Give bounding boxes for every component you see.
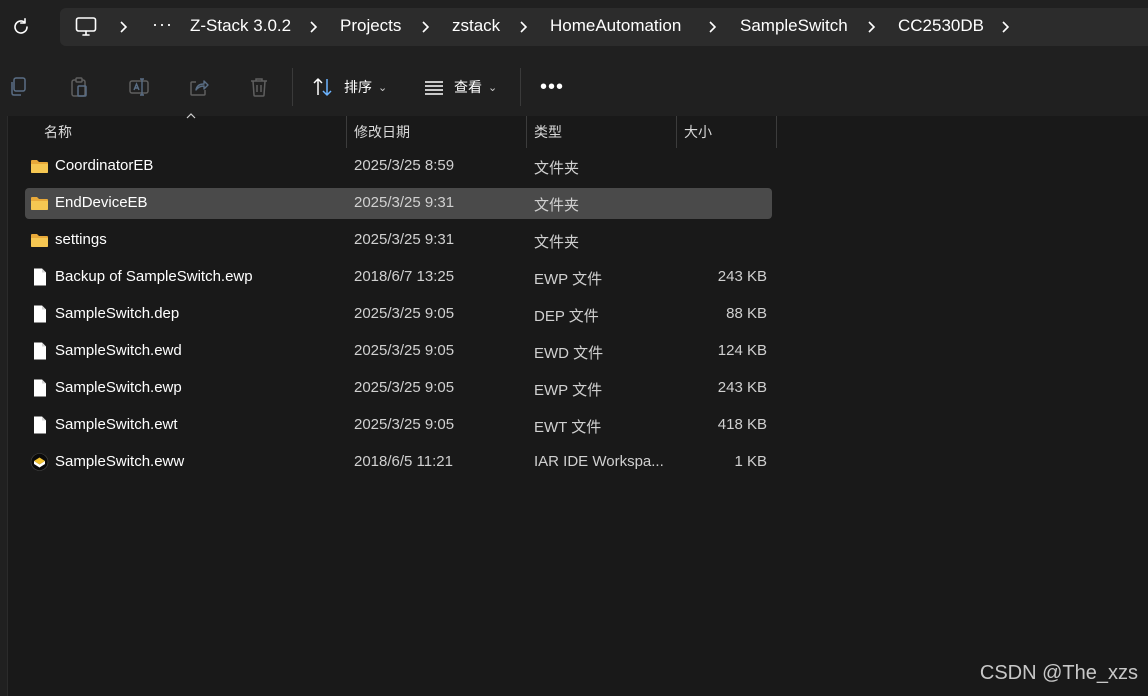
file-row[interactable]: SampleSwitch.ewp 2025/3/25 9:05 EWP 文件 243 …	[25, 373, 772, 404]
file-type: EWP 文件	[534, 382, 603, 399]
refresh-icon[interactable]	[10, 16, 32, 38]
file-size: 1 KB	[734, 453, 767, 470]
toolbar-separator	[520, 68, 521, 106]
file-icon	[30, 342, 49, 360]
file-icon	[30, 268, 49, 286]
chevron-down-icon: ⌄	[488, 80, 498, 94]
breadcrumb-overflow[interactable]: ···	[152, 14, 173, 35]
address-bar-row: ··· Z-Stack 3.0.2 Projects zstack HomeAu…	[0, 0, 1148, 54]
file-row[interactable]: SampleSwitch.eww 2018/6/5 11:21 IAR IDE Wo…	[25, 447, 772, 478]
file-type: 文件夹	[534, 234, 580, 251]
chevron-right-icon[interactable]	[118, 20, 130, 34]
folder-icon	[30, 157, 49, 175]
file-name: CoordinatorEB	[55, 157, 154, 174]
file-name: settings	[55, 231, 107, 248]
sort-button[interactable]: 排序 ⌄	[312, 76, 387, 98]
view-label: 查看	[454, 80, 482, 96]
file-row[interactable]: SampleSwitch.ewt 2025/3/25 9:05 EWT 文件 418 …	[25, 410, 772, 441]
chevron-right-icon[interactable]	[707, 20, 719, 34]
file-name: SampleSwitch.eww	[55, 453, 185, 470]
column-header-modified[interactable]: 修改日期	[354, 122, 410, 142]
sort-ascending-icon	[186, 113, 196, 119]
delete-icon[interactable]	[248, 76, 270, 98]
breadcrumb-item-sampleswitch[interactable]: SampleSwitch	[740, 16, 848, 36]
file-name: SampleSwitch.ewd	[55, 342, 182, 359]
file-row[interactable]: SampleSwitch.dep 2025/3/25 9:05 DEP 文件 88 K…	[25, 299, 772, 330]
file-modified: 2018/6/5 11:21	[354, 453, 453, 470]
file-size: 124 KB	[717, 342, 767, 359]
address-bar[interactable]: ··· Z-Stack 3.0.2 Projects zstack HomeAu…	[60, 8, 1148, 46]
file-name: EndDeviceEB	[55, 194, 148, 211]
file-modified: 2025/3/25 9:05	[354, 379, 455, 396]
breadcrumb-item-projects[interactable]: Projects	[340, 16, 401, 36]
file-modified: 2025/3/25 9:31	[354, 231, 455, 248]
file-row[interactable]: settings 2025/3/25 9:31 文件夹	[25, 225, 772, 256]
file-row[interactable]: CoordinatorEB 2025/3/25 8:59 文件夹	[25, 151, 772, 182]
file-size: 418 KB	[717, 416, 767, 433]
share-icon[interactable]	[188, 76, 210, 98]
file-modified: 2018/6/7 13:25	[354, 268, 455, 285]
column-header-type[interactable]: 类型	[534, 122, 562, 142]
view-button[interactable]: 查看 ⌄	[424, 76, 497, 98]
folder-icon	[30, 231, 49, 249]
breadcrumb-item-zstack[interactable]: zstack	[452, 16, 500, 36]
file-type: DEP 文件	[534, 308, 599, 325]
column-header-name[interactable]: 名称	[44, 122, 72, 142]
chevron-down-icon: ⌄	[378, 80, 388, 94]
chevron-right-icon[interactable]	[518, 20, 530, 34]
folder-icon	[30, 194, 49, 212]
file-type: 文件夹	[534, 197, 580, 214]
file-modified: 2025/3/25 8:59	[354, 157, 455, 174]
column-divider[interactable]	[526, 116, 527, 148]
sort-icon	[313, 78, 332, 96]
file-type: IAR IDE Workspa...	[534, 453, 664, 470]
file-type: 文件夹	[534, 160, 580, 177]
file-row[interactable]: EndDeviceEB 2025/3/25 9:31 文件夹	[25, 188, 772, 219]
file-size: 88 KB	[726, 305, 767, 322]
paste-icon[interactable]	[68, 76, 90, 98]
file-modified: 2025/3/25 9:05	[354, 416, 455, 433]
file-name: SampleSwitch.dep	[55, 305, 180, 322]
column-divider[interactable]	[776, 116, 777, 148]
more-options-button[interactable]: •••	[540, 76, 564, 99]
chevron-right-icon[interactable]	[1000, 20, 1012, 34]
file-row[interactable]: Backup of SampleSwitch.ewp 2018/6/7 13:25…	[25, 262, 772, 293]
breadcrumb-item-zstack-version[interactable]: Z-Stack 3.0.2	[190, 16, 291, 36]
view-list-icon	[425, 81, 443, 95]
iar-workspace-icon	[30, 453, 49, 471]
column-divider[interactable]	[676, 116, 677, 148]
file-modified: 2025/3/25 9:05	[354, 305, 455, 322]
file-type: EWT 文件	[534, 419, 602, 436]
command-bar: 排序 ⌄ 查看 ⌄ •••	[0, 54, 1148, 116]
column-header-size[interactable]: 大小	[684, 122, 712, 142]
file-type: EWD 文件	[534, 345, 604, 362]
file-icon	[30, 379, 49, 397]
breadcrumb-item-cc2530db[interactable]: CC2530DB	[898, 16, 984, 36]
watermark: CSDN @The_xzs	[979, 662, 1138, 684]
file-size: 243 KB	[717, 268, 767, 285]
copy-icon[interactable]	[8, 76, 30, 98]
file-name: Backup of SampleSwitch.ewp	[55, 268, 253, 285]
navigation-pane-edge[interactable]	[0, 116, 8, 696]
file-icon	[30, 305, 49, 323]
file-modified: 2025/3/25 9:31	[354, 194, 455, 211]
column-divider[interactable]	[346, 116, 347, 148]
toolbar-separator	[292, 68, 293, 106]
rename-icon[interactable]	[128, 76, 150, 98]
chevron-right-icon[interactable]	[866, 20, 878, 34]
file-modified: 2025/3/25 9:05	[354, 342, 455, 359]
breadcrumb-item-homeautomation[interactable]: HomeAutomation	[550, 16, 681, 36]
file-name: SampleSwitch.ewp	[55, 379, 182, 396]
file-icon	[30, 416, 49, 434]
chevron-right-icon[interactable]	[308, 20, 320, 34]
computer-icon[interactable]	[74, 16, 98, 38]
file-name: SampleSwitch.ewt	[55, 416, 178, 433]
file-size: 243 KB	[717, 379, 767, 396]
sort-label: 排序	[344, 80, 372, 96]
chevron-right-icon[interactable]	[420, 20, 432, 34]
file-row[interactable]: SampleSwitch.ewd 2025/3/25 9:05 EWD 文件 124 …	[25, 336, 772, 367]
file-type: EWP 文件	[534, 271, 603, 288]
